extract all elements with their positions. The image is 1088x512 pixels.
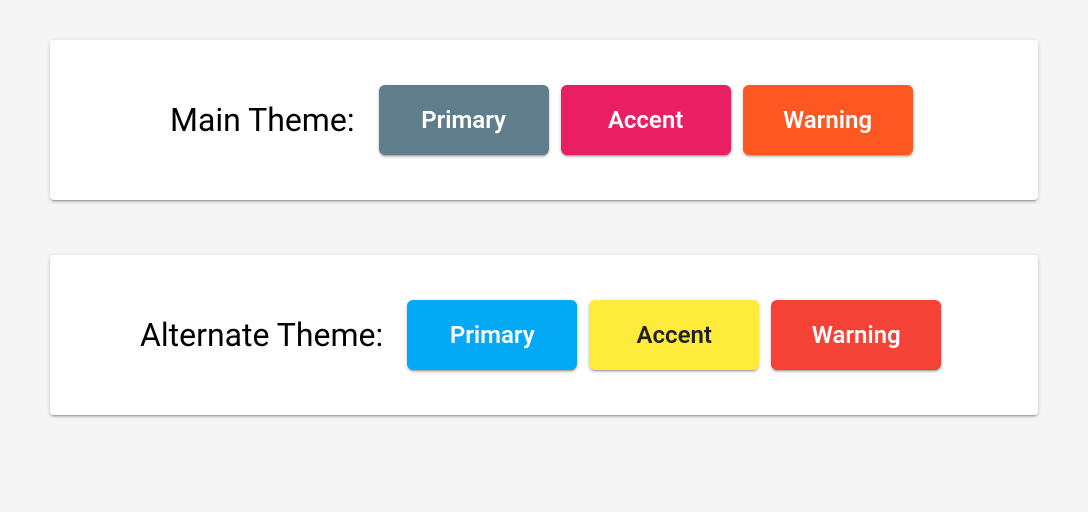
alternate-theme-card: Alternate Theme: Primary Accent Warning (50, 255, 1038, 415)
primary-button[interactable]: Primary (407, 300, 577, 370)
main-theme-card: Main Theme: Primary Accent Warning (50, 40, 1038, 200)
accent-button[interactable]: Accent (589, 300, 759, 370)
accent-button[interactable]: Accent (561, 85, 731, 155)
warning-button[interactable]: Warning (743, 85, 913, 155)
warning-button[interactable]: Warning (771, 300, 941, 370)
alternate-theme-label: Alternate Theme: (140, 316, 383, 354)
main-theme-label: Main Theme: (170, 101, 355, 139)
primary-button[interactable]: Primary (379, 85, 549, 155)
